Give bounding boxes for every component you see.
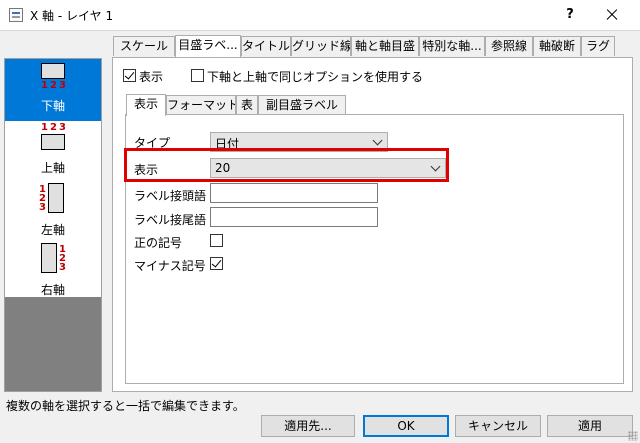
axis-item-left[interactable]: 1 2 3 左軸: [5, 183, 101, 245]
tab-tick-labels[interactable]: 目盛ラベ...: [175, 35, 241, 57]
tab-title[interactable]: タイトル: [241, 36, 291, 56]
same-options-label: 下軸と上軸で同じオプションを使用する: [207, 70, 424, 84]
prefix-input[interactable]: [210, 183, 378, 203]
axis-item-label: 右軸: [40, 283, 65, 297]
tab-special-ticks[interactable]: 特別な軸...: [419, 36, 485, 56]
prefix-label: ラベル接頭語: [134, 189, 207, 203]
subtab-minor-tick-labels[interactable]: 副目盛ラベル: [258, 95, 346, 115]
subtab-display[interactable]: 表示: [126, 94, 166, 116]
apply-button[interactable]: 適用: [547, 415, 633, 437]
axis-item-right[interactable]: 1 2 3 右軸: [5, 243, 101, 305]
plus-sign-checkbox[interactable]: [210, 234, 223, 247]
minus-sign-label: マイナス記号: [134, 259, 206, 273]
tab-scale[interactable]: スケール: [113, 36, 175, 56]
apply-to-button[interactable]: 適用先...: [261, 415, 355, 437]
highlight-box: [124, 148, 449, 182]
plus-sign-label: 正の記号: [134, 236, 183, 250]
tab-reference-lines[interactable]: 参照線: [485, 36, 533, 56]
axis-item-label: 下軸: [40, 99, 65, 113]
right-axis-icon: 1 2 3: [39, 243, 69, 275]
title-bar: X 軸 - レイヤ 1 ?: [0, 0, 640, 31]
axis-list: 1 2 3 下軸 1 2 3 上軸 1 2 3 左軸 1 2 3 右軸: [4, 58, 102, 392]
subtab-table[interactable]: 表: [236, 95, 258, 115]
cancel-button[interactable]: キャンセル: [455, 415, 541, 437]
tab-axis-and-ticks[interactable]: 軸と軸目盛: [351, 36, 419, 56]
axis-item-top[interactable]: 1 2 3 上軸: [5, 121, 101, 183]
subtab-format[interactable]: フォーマット: [166, 95, 236, 115]
minus-sign-checkbox[interactable]: [210, 257, 223, 270]
axis-item-bottom[interactable]: 1 2 3 下軸: [5, 59, 101, 121]
ok-button[interactable]: OK: [363, 415, 449, 437]
suffix-label: ラベル接尾語: [134, 213, 207, 227]
status-message: 複数の軸を選択すると一括で編集できます。: [6, 399, 245, 413]
axis-list-empty-area: [5, 297, 101, 391]
window-title: X 軸 - レイヤ 1: [30, 9, 114, 23]
bottom-axis-icon: 1 2 3: [39, 63, 69, 93]
tab-axis-break[interactable]: 軸破断: [533, 36, 581, 56]
help-button[interactable]: ?: [558, 5, 582, 25]
top-axis-icon: 1 2 3: [39, 123, 69, 153]
chevron-down-icon: [372, 135, 383, 146]
show-label: 表示: [139, 70, 164, 84]
close-button[interactable]: [598, 3, 626, 27]
app-icon: [9, 8, 23, 22]
suffix-input[interactable]: [210, 207, 378, 227]
same-options-checkbox[interactable]: [191, 69, 204, 82]
left-axis-icon: 1 2 3: [39, 183, 69, 215]
tab-grid-lines[interactable]: グリッド線: [291, 36, 351, 56]
axis-item-label: 上軸: [40, 161, 65, 175]
axis-item-label: 左軸: [40, 223, 65, 237]
show-checkbox[interactable]: [123, 69, 136, 82]
resize-grip-icon[interactable]: [628, 431, 638, 441]
tab-rug[interactable]: ラグ: [581, 36, 615, 56]
tick-labels-pane: 表示 下軸と上軸で同じオプションを使用する 表示 フォーマット 表 副目盛ラベル…: [112, 57, 633, 392]
